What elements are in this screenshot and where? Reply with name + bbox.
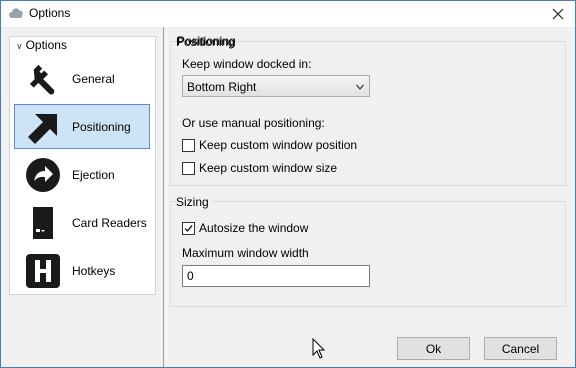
hotkey-icon: [26, 254, 60, 288]
manual-positioning-label: Or use manual positioning:: [182, 116, 325, 130]
close-button[interactable]: [541, 1, 575, 27]
sizing-group-title: Sizing: [176, 195, 212, 209]
custom-size-checkbox[interactable]: [182, 162, 195, 175]
sidebar-item-label: Hotkeys: [72, 264, 116, 278]
mouse-cursor-icon: [312, 338, 326, 359]
sidebar-item-general[interactable]: General: [14, 56, 150, 101]
checkmark-icon: [184, 225, 193, 233]
positioning-group-title: Positioning: [176, 35, 235, 49]
sd-card-icon: [33, 207, 53, 239]
options-sidebar: ∨ Options General Positioning Ejection C…: [9, 36, 156, 295]
autosize-checkbox[interactable]: [182, 222, 195, 235]
sidebar-header[interactable]: ∨ Options: [16, 38, 67, 52]
sidebar-item-label: Positioning: [72, 120, 131, 134]
app-icon: [9, 8, 23, 18]
wrench-icon: [29, 64, 55, 95]
autosize-label[interactable]: Autosize the window: [199, 221, 308, 235]
title-bar[interactable]: Options: [1, 1, 575, 27]
sidebar-item-label: Card Readers: [72, 216, 147, 230]
eject-icon: [26, 158, 60, 192]
sidebar-item-ejection[interactable]: Ejection: [14, 152, 150, 197]
dock-position-select[interactable]: Bottom Right: [182, 75, 370, 97]
dock-label: Keep window docked in:: [182, 57, 312, 71]
close-icon: [552, 8, 564, 20]
cancel-button[interactable]: Cancel: [484, 337, 557, 360]
options-window: Options ∨ Options General Positioning Ej…: [0, 0, 576, 368]
window-title: Options: [29, 6, 71, 20]
sidebar-item-positioning[interactable]: Positioning: [14, 104, 150, 149]
chevron-down-icon: [356, 84, 364, 90]
custom-size-label[interactable]: Keep custom window size: [199, 161, 337, 175]
max-width-label: Maximum window width: [182, 246, 309, 260]
sidebar-item-label: General: [72, 72, 115, 86]
sidebar-item-card-readers[interactable]: Card Readers: [14, 200, 150, 245]
ok-button[interactable]: Ok: [397, 337, 470, 360]
sidebar-header-label: Options: [25, 38, 67, 52]
custom-position-checkbox[interactable]: [182, 139, 195, 152]
panel-splitter[interactable]: [163, 27, 167, 367]
arrow-icon: [28, 114, 57, 144]
sidebar-item-label: Ejection: [72, 168, 115, 182]
dock-position-value: Bottom Right: [187, 80, 257, 94]
custom-position-label[interactable]: Keep custom window position: [199, 138, 357, 152]
collapse-chevron-icon: ∨: [16, 41, 23, 51]
max-width-input[interactable]: 0: [182, 265, 370, 287]
sidebar-item-hotkeys[interactable]: Hotkeys: [14, 248, 150, 293]
